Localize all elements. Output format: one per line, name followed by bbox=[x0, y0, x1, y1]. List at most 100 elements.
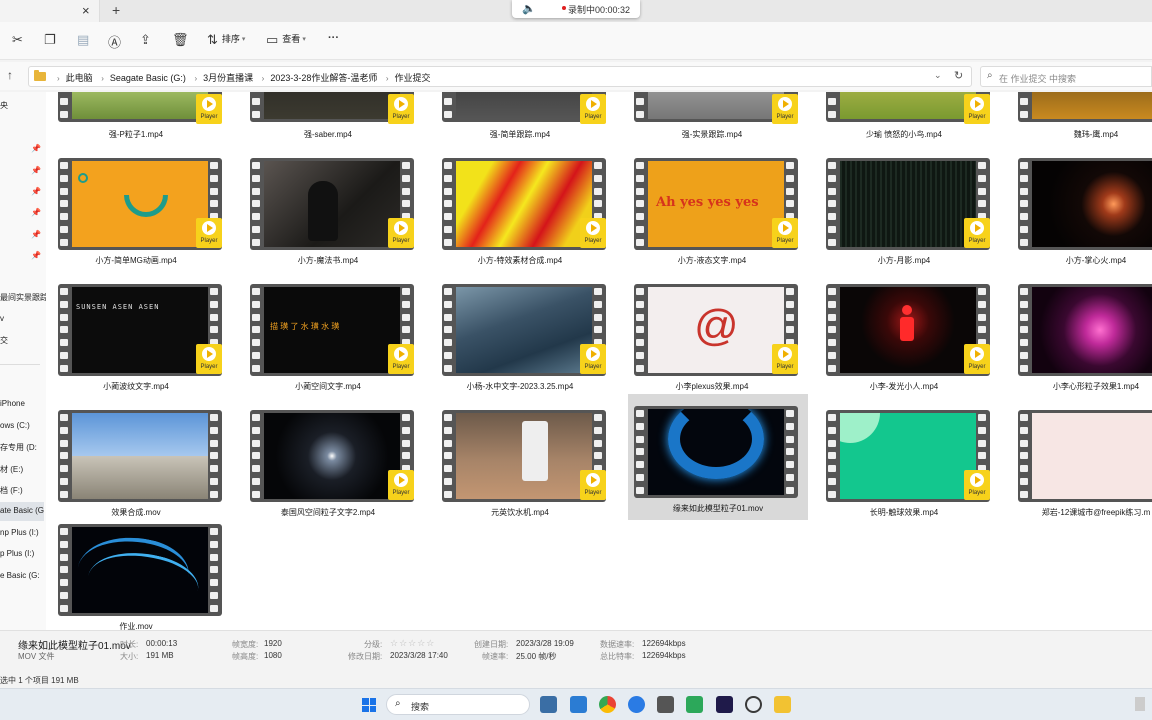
file-tile[interactable]: 描 璜 了 水 璜 水 璜 Player 小蔺空间文字.mp4 bbox=[238, 278, 418, 398]
file-tile[interactable]: Player 强-实景跟踪.mp4 bbox=[622, 92, 802, 144]
file-tile[interactable]: Player 少瑜 愤怒的小鸟.mp4 bbox=[814, 92, 994, 144]
sort-button[interactable]: ⇅ 排序 ▾ bbox=[207, 32, 245, 50]
file-tile[interactable]: 魏玮-鹰.mp4 bbox=[1006, 92, 1152, 144]
app-circle-icon[interactable] bbox=[745, 696, 762, 713]
task-view-icon[interactable] bbox=[540, 696, 557, 713]
breadcrumb-item[interactable]: 作业提交 bbox=[395, 73, 431, 83]
file-name: 长明-触球效果.mp4 bbox=[869, 508, 939, 517]
file-tile[interactable]: 作业.mov bbox=[46, 518, 226, 630]
player-badge-icon: Player bbox=[388, 344, 414, 374]
file-tile[interactable]: 郑岩-12课城市@freepik练习.m bbox=[1006, 404, 1152, 524]
sidebar-item-drive-i2[interactable]: p Plus (I:) bbox=[0, 549, 34, 558]
file-tile[interactable]: Player 长明-触球效果.mp4 bbox=[814, 404, 994, 524]
folder-icon bbox=[34, 70, 46, 81]
file-tile[interactable]: Player 元英饮水机.mp4 bbox=[430, 404, 610, 524]
add-tab-icon[interactable]: + bbox=[112, 2, 120, 18]
player-badge-icon: Player bbox=[580, 94, 606, 124]
player-badge-icon: Player bbox=[964, 94, 990, 124]
tray-icon[interactable] bbox=[1135, 697, 1145, 711]
rating-stars-icon[interactable]: ☆☆☆☆☆ bbox=[390, 638, 435, 649]
sidebar-item-drive-d[interactable]: 存专用 (D: bbox=[0, 442, 37, 453]
breadcrumb-item[interactable]: 此电脑 bbox=[66, 73, 93, 83]
file-tile[interactable]: Player 小李-发光小人.mp4 bbox=[814, 278, 994, 398]
file-tile[interactable]: Ah yes yes yes Player 小方-液态文字.mp4 bbox=[622, 152, 802, 272]
file-tile[interactable]: @ Player 小李plexus效果.mp4 bbox=[622, 278, 802, 398]
sidebar-item-drive-e[interactable]: 材 (E:) bbox=[0, 464, 23, 475]
taskbar-search-label: 搜索 bbox=[411, 702, 430, 712]
thumbnail-text: Ah yes yes yes bbox=[656, 195, 759, 210]
file-tile[interactable]: Player 小方-特效素材合成.mp4 bbox=[430, 152, 610, 272]
app-icon[interactable] bbox=[657, 696, 674, 713]
file-explorer-icon[interactable] bbox=[774, 696, 791, 713]
player-badge-icon: Player bbox=[772, 344, 798, 374]
file-name: 小方-简单MG动画.mp4 bbox=[95, 256, 177, 265]
file-tile[interactable]: SUNSEN ASEN ASEN Player 小蔺波纹文字.mp4 bbox=[46, 278, 226, 398]
file-tile[interactable]: Player 强-P粒子1.mp4 bbox=[46, 92, 226, 144]
more-options-icon[interactable]: ··· bbox=[328, 32, 339, 50]
chrome-icon[interactable] bbox=[599, 696, 616, 713]
sidebar-item-drive-g2[interactable]: e Basic (G: bbox=[0, 571, 40, 580]
address-row: ↑ › 此电脑 › Seagate Basic (G:) › 3月份直播课 › 2023… bbox=[0, 62, 1152, 90]
file-tile[interactable]: Player 泰国风空间粒子文字2.mp4 bbox=[238, 404, 418, 524]
file-tile[interactable]: 小李心形粒子效果1.mp4 bbox=[1006, 278, 1152, 398]
file-tile[interactable]: Player 小方-月影.mp4 bbox=[814, 152, 994, 272]
sidebar-item[interactable]: 央 bbox=[0, 100, 8, 111]
file-tile[interactable]: Player 强-简单跟踪.mp4 bbox=[430, 92, 610, 144]
sidebar-item-iphone[interactable]: iPhone bbox=[0, 399, 25, 408]
framerate-value: 25.00 帧/秒 bbox=[516, 652, 557, 661]
taskbar-search[interactable]: ⌕ 搜索 bbox=[386, 694, 530, 715]
copy-icon[interactable]: ❐ bbox=[44, 32, 56, 50]
file-tile[interactable]: Player 小杨-水中文字-2023.3.25.mp4 bbox=[430, 278, 610, 398]
created-value: 2023/3/28 19:09 bbox=[516, 639, 574, 648]
player-badge-icon: Player bbox=[964, 344, 990, 374]
paste-icon[interactable]: ▤ bbox=[77, 32, 89, 50]
player-badge-icon: Player bbox=[196, 94, 222, 124]
sidebar-item-drive-g[interactable]: ate Basic (G bbox=[0, 502, 44, 521]
close-icon[interactable]: × bbox=[82, 3, 90, 18]
refresh-icon[interactable]: ↻ bbox=[954, 69, 963, 82]
after-effects-icon[interactable] bbox=[716, 696, 733, 713]
status-bar: 选中 1 个项目 191 MB bbox=[0, 672, 1152, 688]
share-icon[interactable]: ⇪ bbox=[140, 32, 151, 50]
file-tile[interactable]: Player 小方-魔法书.mp4 bbox=[238, 152, 418, 272]
player-badge-icon: Player bbox=[580, 344, 606, 374]
chevron-down-icon[interactable]: ⌄ bbox=[934, 70, 942, 81]
wechat-icon[interactable] bbox=[686, 696, 703, 713]
speaker-icon: 🔈 bbox=[522, 3, 536, 15]
windows-start-icon[interactable] bbox=[362, 698, 376, 712]
app-k-icon[interactable] bbox=[628, 696, 645, 713]
search-input[interactable]: ⌕ 在 作业提交 中搜索 bbox=[980, 66, 1152, 87]
sidebar-item-drive-i[interactable]: np Plus (I:) bbox=[0, 528, 39, 537]
player-badge-icon: Player bbox=[580, 218, 606, 248]
sidebar-item[interactable]: 最间实景跟踪 bbox=[0, 292, 46, 303]
file-tile[interactable]: Player 强-saber.mp4 bbox=[238, 92, 418, 144]
view-label: 查看 bbox=[282, 34, 301, 44]
tab-current[interactable]: × bbox=[0, 0, 100, 22]
rename-icon[interactable]: Ⓐ bbox=[108, 32, 121, 50]
breadcrumb-item[interactable]: 3月份直播课 bbox=[203, 73, 253, 83]
file-name: 小方-魔法书.mp4 bbox=[297, 256, 359, 265]
file-tile[interactable]: Player 小方-简单MG动画.mp4 bbox=[46, 152, 226, 272]
view-button[interactable]: ▭ 查看 ▾ bbox=[266, 32, 306, 50]
sidebar-item-drive-c[interactable]: ows (C:) bbox=[0, 421, 30, 430]
pin-icon: 📌 bbox=[31, 251, 41, 260]
breadcrumb-item[interactable]: 2023-3-28作业解答-温老师 bbox=[270, 73, 377, 83]
file-tile[interactable]: 效果合成.mov bbox=[46, 404, 226, 524]
address-bar[interactable]: › 此电脑 › Seagate Basic (G:) › 3月份直播课 › 2023-3… bbox=[28, 66, 972, 87]
sidebar-item-drive-f[interactable]: 档 (F:) bbox=[0, 485, 23, 496]
player-badge-icon: Player bbox=[196, 344, 222, 374]
breadcrumb-item[interactable]: Seagate Basic (G:) bbox=[110, 73, 186, 83]
delete-icon[interactable]: 🗑 bbox=[172, 32, 189, 50]
file-tile-selected[interactable]: 缘来如此模型粒子01.mov bbox=[628, 394, 808, 520]
video-thumbnail bbox=[1018, 92, 1152, 122]
file-tile[interactable]: 小方-掌心火.mp4 bbox=[1006, 152, 1152, 272]
cut-icon[interactable]: ✂ bbox=[12, 32, 23, 50]
sidebar-item[interactable]: 交 bbox=[0, 335, 8, 346]
taskbar: ⌕ 搜索 bbox=[0, 688, 1152, 720]
up-arrow-icon[interactable]: ↑ bbox=[7, 68, 13, 82]
mail-icon[interactable] bbox=[570, 696, 587, 713]
file-name: 元英饮水机.mp4 bbox=[491, 508, 549, 517]
player-badge-icon: Player bbox=[772, 94, 798, 124]
sidebar-item[interactable]: v bbox=[0, 314, 4, 323]
modified-value: 2023/3/28 17:40 bbox=[390, 651, 448, 660]
